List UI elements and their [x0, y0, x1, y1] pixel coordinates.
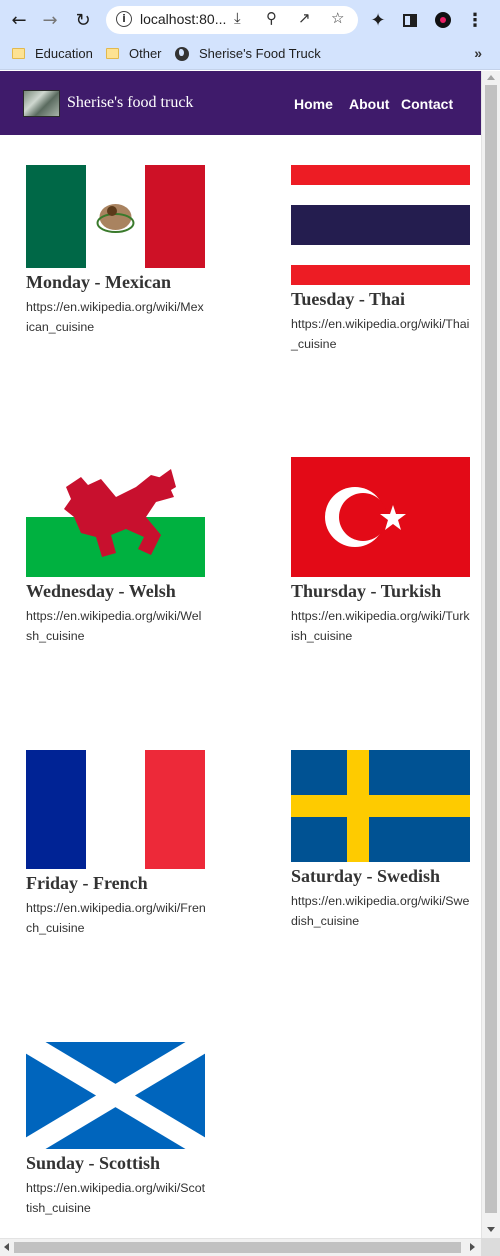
forward-icon[interactable]: → [38, 8, 62, 32]
day-title: Friday - French [26, 873, 148, 893]
brand-name[interactable]: Sherise's food truck [67, 94, 193, 112]
day-title: Monday - Mexican [26, 272, 171, 292]
nav-about[interactable]: About [349, 96, 389, 112]
horizontal-scrollbar[interactable] [0, 1238, 481, 1256]
day-title: Wednesday - Welsh [26, 581, 176, 601]
mexico-flag [26, 165, 205, 268]
day-title: Sunday - Scottish [26, 1153, 161, 1173]
reload-icon[interactable]: ↻ [71, 8, 95, 32]
folder-icon [12, 48, 25, 59]
site-info-icon[interactable]: i [116, 11, 132, 27]
scrollbar-corner [481, 1238, 500, 1256]
menu-icon[interactable]: ⋮ [463, 8, 487, 32]
bookmark-sherises-food-truck[interactable]: Sherise's Food Truck [175, 46, 321, 61]
bookmarks-bar: Education Other Sherise's Food Truck » [0, 40, 500, 70]
day-title: Saturday - Swedish [291, 866, 441, 886]
turkey-flag [291, 457, 470, 577]
scroll-right-icon[interactable] [470, 1243, 475, 1251]
vertical-scrollbar[interactable] [481, 71, 500, 1238]
scroll-left-icon[interactable] [4, 1243, 9, 1251]
bookmark-label: Other [129, 46, 162, 61]
page-viewport: Sherise's food truck Home About Contact … [0, 71, 481, 1238]
scroll-up-icon[interactable] [487, 75, 495, 80]
bookmark-other[interactable]: Other [106, 46, 162, 61]
day-card: Saturday - Swedish https://en.wikipedia.… [291, 750, 471, 931]
address-bar[interactable]: i localhost:80... ⤓ ⚲ ↗ ☆ [106, 6, 358, 34]
url-text[interactable]: localhost:80... [140, 11, 226, 27]
day-card: Thursday - Turkish https://en.wikipedia.… [291, 457, 471, 646]
day-card: Monday - Mexican https://en.wikipedia.or… [26, 165, 206, 337]
cuisine-link[interactable]: https://en.wikipedia.org/wiki/Scottish_c… [26, 1178, 206, 1218]
cuisine-link[interactable]: https://en.wikipedia.org/wiki/Mexican_cu… [26, 297, 206, 337]
cuisine-link[interactable]: https://en.wikipedia.org/wiki/Swedish_cu… [291, 891, 471, 931]
day-title: Tuesday - Thai [291, 289, 406, 309]
cuisine-link[interactable]: https://en.wikipedia.org/wiki/Turkish_cu… [291, 606, 471, 646]
day-card: Sunday - Scottish https://en.wikipedia.o… [26, 1042, 206, 1218]
bookmark-education[interactable]: Education [12, 46, 93, 61]
browser-toolbar: ← → ↻ i localhost:80... ⤓ ⚲ ↗ ☆ ✦ ⋮ [0, 0, 500, 40]
bookmark-star-icon[interactable]: ☆ [331, 9, 344, 27]
bookmark-label: Sherise's Food Truck [199, 46, 321, 61]
wales-flag [26, 457, 205, 577]
scotland-flag [26, 1042, 205, 1149]
folder-icon [106, 48, 119, 59]
day-title: Thursday - Turkish [291, 581, 442, 601]
bookmark-label: Education [35, 46, 93, 61]
more-bookmarks-button[interactable]: » [474, 45, 482, 61]
site-navbar: Sherise's food truck Home About Contact [0, 71, 481, 135]
day-card: Tuesday - Thai https://en.wikipedia.org/… [291, 165, 471, 354]
install-icon[interactable]: ⤓ [234, 9, 241, 27]
extensions-icon[interactable]: ✦ [366, 8, 390, 32]
back-icon[interactable]: ← [7, 8, 31, 32]
cuisine-link[interactable]: https://en.wikipedia.org/wiki/French_cui… [26, 898, 206, 938]
day-card: Friday - French https://en.wikipedia.org… [26, 750, 206, 938]
nav-home[interactable]: Home [294, 96, 333, 112]
france-flag [26, 750, 205, 869]
scroll-down-icon[interactable] [487, 1227, 495, 1232]
sweden-flag [291, 750, 470, 862]
cuisine-link[interactable]: https://en.wikipedia.org/wiki/Thai_cuisi… [291, 314, 471, 354]
share-icon[interactable]: ↗ [298, 9, 311, 27]
day-card: Wednesday - Welsh https://en.wikipedia.o… [26, 457, 206, 646]
vertical-scroll-thumb[interactable] [485, 85, 497, 1213]
side-panel-icon[interactable] [398, 8, 422, 32]
zoom-icon[interactable]: ⚲ [266, 9, 277, 27]
profile-icon[interactable] [431, 8, 455, 32]
nav-contact[interactable]: Contact [401, 96, 453, 112]
brand-logo[interactable] [23, 90, 60, 117]
cuisine-link[interactable]: https://en.wikipedia.org/wiki/Welsh_cuis… [26, 606, 206, 646]
globe-icon [175, 46, 189, 61]
thailand-flag [291, 165, 470, 285]
horizontal-scroll-thumb[interactable] [14, 1242, 461, 1253]
